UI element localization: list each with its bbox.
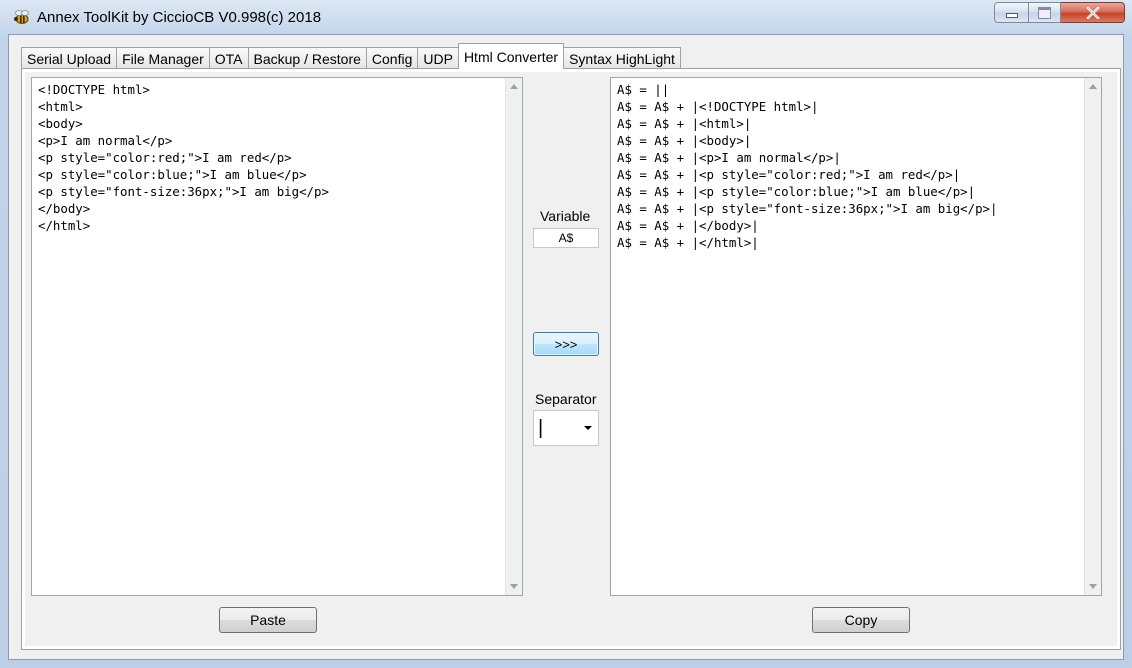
window-controls [994, 2, 1125, 24]
maximize-button[interactable] [1029, 2, 1061, 23]
application-window: Annex ToolKit by CiccioCB V0.998(c) 2018… [0, 0, 1132, 668]
basic-output-textarea[interactable]: A$ = || A$ = A$ + |<!DOCTYPE html>| A$ =… [610, 77, 1102, 596]
tab-ota[interactable]: OTA [208, 47, 249, 69]
tab-backup-restore[interactable]: Backup / Restore [247, 47, 367, 69]
tab-file-manager[interactable]: File Manager [116, 47, 210, 69]
variable-input[interactable] [533, 228, 599, 248]
basic-output-text: A$ = || A$ = A$ + |<!DOCTYPE html>| A$ =… [617, 82, 998, 250]
variable-label: Variable [540, 208, 591, 224]
tab-syntax-highlight[interactable]: Syntax HighLight [563, 47, 681, 69]
panel-body: <!DOCTYPE html> <html> <body> <p>I am no… [25, 72, 1117, 646]
title-bar[interactable]: Annex ToolKit by CiccioCB V0.998(c) 2018 [0, 0, 1132, 34]
html-input-text: <!DOCTYPE html> <html> <body> <p>I am no… [38, 82, 329, 233]
convert-button[interactable]: >>> [533, 332, 599, 356]
copy-button[interactable]: Copy [812, 607, 910, 633]
separator-selected-value: | [538, 417, 544, 439]
output-scrollbar[interactable] [1084, 78, 1101, 595]
scroll-up-icon[interactable] [510, 84, 518, 89]
tab-html-converter[interactable]: Html Converter [457, 43, 565, 69]
separator-label: Separator [535, 391, 597, 407]
bee-icon [14, 10, 29, 24]
tab-serial-upload[interactable]: Serial Upload [21, 47, 118, 69]
close-icon [1086, 6, 1099, 19]
chevron-down-icon[interactable] [584, 426, 592, 430]
tab-strip: Serial Upload File Manager OTA Backup / … [21, 43, 681, 69]
close-button[interactable] [1061, 2, 1125, 23]
scroll-down-icon[interactable] [510, 584, 518, 589]
html-converter-panel: <!DOCTYPE html> <html> <body> <p>I am no… [21, 68, 1121, 650]
scroll-up-icon[interactable] [1089, 84, 1097, 89]
tab-udp[interactable]: UDP [417, 47, 459, 69]
client-area: Serial Upload File Manager OTA Backup / … [8, 34, 1124, 660]
window-title: Annex ToolKit by CiccioCB V0.998(c) 2018 [37, 9, 322, 26]
separator-dropdown[interactable]: | [533, 410, 599, 446]
input-scrollbar[interactable] [505, 78, 522, 595]
minimize-icon [1005, 13, 1018, 18]
html-input-textarea[interactable]: <!DOCTYPE html> <html> <body> <p>I am no… [31, 77, 523, 596]
paste-button[interactable]: Paste [219, 607, 317, 633]
minimize-button[interactable] [994, 2, 1029, 23]
tab-config[interactable]: Config [365, 47, 419, 69]
maximize-icon [1038, 6, 1051, 19]
scroll-down-icon[interactable] [1089, 584, 1097, 589]
